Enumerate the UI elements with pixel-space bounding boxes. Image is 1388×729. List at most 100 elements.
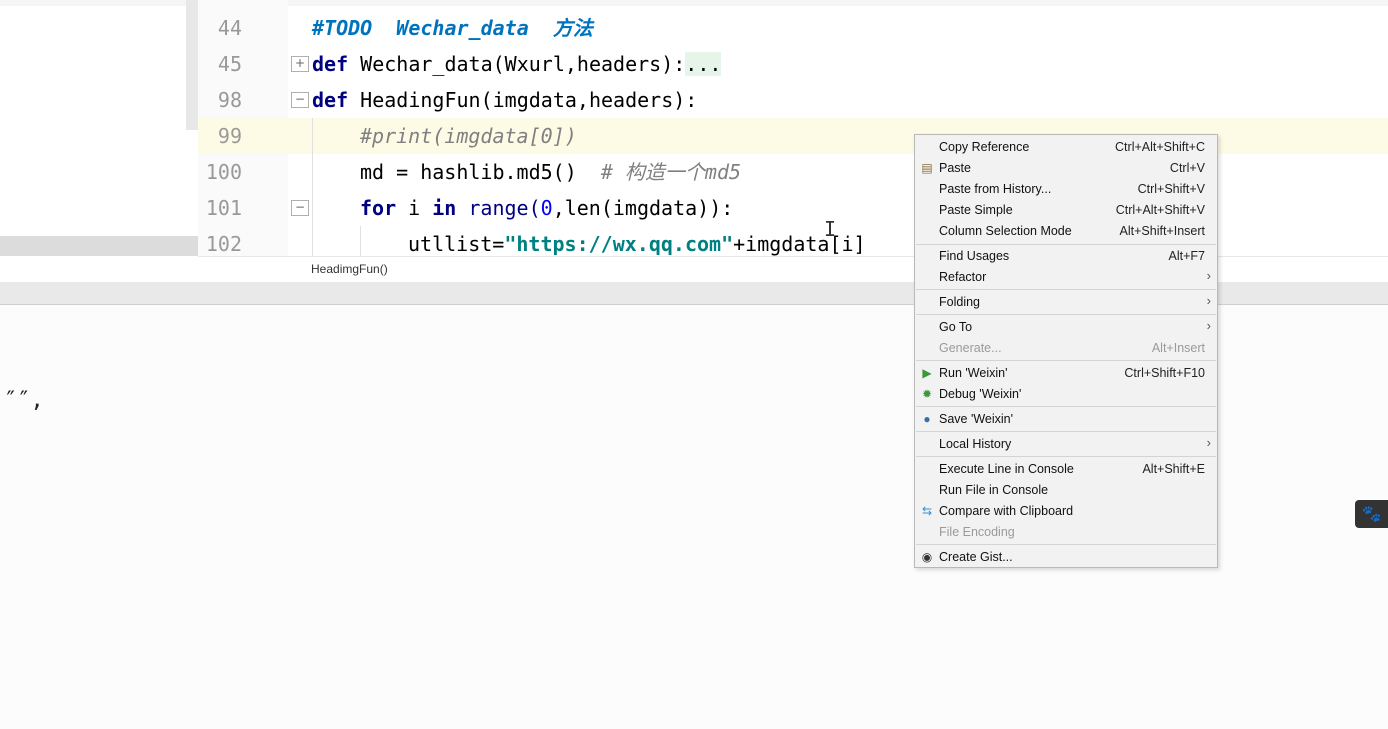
submenu-arrow-icon: › [1206,435,1211,450]
code-text: md = hashlib.md5() [360,160,601,184]
menu-item-label: Local History [939,437,1012,451]
menu-item-find-usages[interactable]: Find Usages Alt+F7 [915,246,1217,267]
menu-item-go-to[interactable]: Go To › [915,317,1217,338]
menu-item-debug[interactable]: ✹ Debug 'Weixin' [915,384,1217,405]
menu-item-label: Create Gist... [939,550,1013,564]
menu-item-column-selection-mode[interactable]: Column Selection Mode Alt+Shift+Insert [915,221,1217,242]
paw-icon[interactable]: 🐾 [1355,500,1388,528]
code-line-99[interactable]: #print(imgdata[0]) [360,118,577,154]
menu-item-shortcut: Ctrl+Alt+Shift+V [1115,203,1205,217]
menu-item-generate[interactable]: Generate... Alt+Insert [915,338,1217,359]
breadcrumb[interactable]: HeadimgFun() [311,262,388,276]
code-text: i [396,196,433,220]
menu-item-shortcut: Ctrl+V [1169,161,1205,175]
menu-item-execute-line-in-console[interactable]: Execute Line in Console Alt+Shift+E [915,459,1217,480]
line-number: 98 [217,88,242,112]
run-icon: ▶ [922,366,932,380]
menu-item-local-history[interactable]: Local History › [915,434,1217,455]
context-menu: Copy Reference Ctrl+Alt+Shift+C ▤ Paste … [914,134,1218,568]
submenu-arrow-icon: › [1206,318,1211,333]
menu-item-label: Compare with Clipboard [939,504,1074,518]
menu-separator [916,289,1216,290]
menu-item-label: Go To [939,320,973,334]
menu-separator [916,314,1216,315]
menu-item-folding[interactable]: Folding › [915,292,1217,313]
keyword: for [360,196,397,220]
menu-item-shortcut: Ctrl+Shift+V [1137,182,1205,196]
code-line-100[interactable]: md = hashlib.md5() # 构造一个md5 [360,154,741,190]
keyword: def [312,52,349,76]
menu-item-label: Paste from History... [939,182,1052,196]
paste-icon: ▤ [921,161,933,175]
folded-code-dots[interactable]: ... [685,52,722,76]
line-number: 100 [205,160,242,184]
menu-item-label: Paste [939,161,971,175]
menu-item-run-file-in-console[interactable]: Run File in Console [915,480,1217,501]
menu-item-label: Save 'Weixin' [939,412,1014,426]
menu-item-label: File Encoding [939,525,1015,539]
menu-item-label: Execute Line in Console [939,462,1074,476]
indent-guide [360,226,361,256]
menu-separator [916,456,1216,457]
menu-item-label: Paste Simple [939,203,1013,217]
fold-collapse-icon[interactable]: − [291,92,309,108]
menu-item-save[interactable]: ● Save 'Weixin' [915,409,1217,430]
code-line-45[interactable]: def Wechar_data(Wxurl,headers):... [312,46,722,82]
menu-item-label: Refactor [939,270,987,284]
menu-item-copy-reference[interactable]: Copy Reference Ctrl+Alt+Shift+C [915,137,1217,158]
line-number: 44 [217,16,242,40]
code-text: utllist= [408,232,505,256]
menu-item-label: Column Selection Mode [939,224,1072,238]
editor-left-margin [186,0,198,130]
code-line-101[interactable]: for i in range(0,len(imgdata)): [360,190,733,226]
menu-separator [916,244,1216,245]
builtin-call: range( [456,196,541,220]
menu-item-paste-simple[interactable]: Paste Simple Ctrl+Alt+Shift+V [915,200,1217,221]
menu-item-run[interactable]: ▶ Run 'Weixin' Ctrl+Shift+F10 [915,363,1217,384]
string-literal: "https://wx.qq.com" [504,232,734,256]
menu-item-paste[interactable]: ▤ Paste Ctrl+V [915,158,1217,179]
python-icon: ● [923,412,931,426]
code-line-44[interactable]: #TODO Wechar_data 方法 [312,10,593,46]
debug-icon: ✹ [921,387,933,401]
fold-expand-icon[interactable]: + [291,56,309,72]
code-text: ,len(imgdata)): [552,196,734,220]
menu-item-compare-with-clipboard[interactable]: ⇆ Compare with Clipboard [915,501,1217,522]
github-icon: ◉ [921,550,933,564]
submenu-arrow-icon: › [1206,293,1211,308]
menu-item-label: Run 'Weixin' [939,366,1008,380]
menu-item-label: Copy Reference [939,140,1030,154]
menu-item-label: Find Usages [939,249,1010,263]
line-number: 45 [217,52,242,76]
number-literal: 0 [540,196,553,220]
menu-item-label: Generate... [939,341,1002,355]
indent-guide [312,118,313,256]
text-cursor-icon: I [824,217,837,241]
keyword: in [432,196,457,220]
menu-item-paste-from-history[interactable]: Paste from History... Ctrl+Shift+V [915,179,1217,200]
code-comment: # 构造一个md5 [600,160,742,184]
line-number: 99 [217,124,242,148]
scroll-strip [0,236,198,256]
line-number: 101 [205,196,242,220]
menu-item-shortcut: Alt+Shift+E [1142,462,1205,476]
menu-item-file-encoding[interactable]: File Encoding [915,522,1217,543]
menu-separator [916,406,1216,407]
menu-item-refactor[interactable]: Refactor › [915,267,1217,288]
menu-item-shortcut: Ctrl+Shift+F10 [1124,366,1205,380]
menu-item-label: Run File in Console [939,483,1049,497]
code-text: HeadingFun(imgdata,headers): [348,88,698,112]
menu-separator [916,544,1216,545]
menu-item-shortcut: Alt+F7 [1168,249,1205,263]
menu-item-shortcut: Ctrl+Alt+Shift+C [1115,140,1205,154]
code-text: +imgdata[i] [733,232,866,256]
menu-item-label: Debug 'Weixin' [939,387,1022,401]
fold-collapse-icon[interactable]: − [291,200,309,216]
code-line-98[interactable]: def HeadingFun(imgdata,headers): [312,82,697,118]
menu-separator [916,431,1216,432]
menu-item-shortcut: Alt+Insert [1151,341,1205,355]
menu-item-create-gist[interactable]: ◉ Create Gist... [915,547,1217,568]
menu-item-shortcut: Alt+Shift+Insert [1119,224,1205,238]
keyword: def [312,88,349,112]
console-text: ″″, [4,388,44,413]
